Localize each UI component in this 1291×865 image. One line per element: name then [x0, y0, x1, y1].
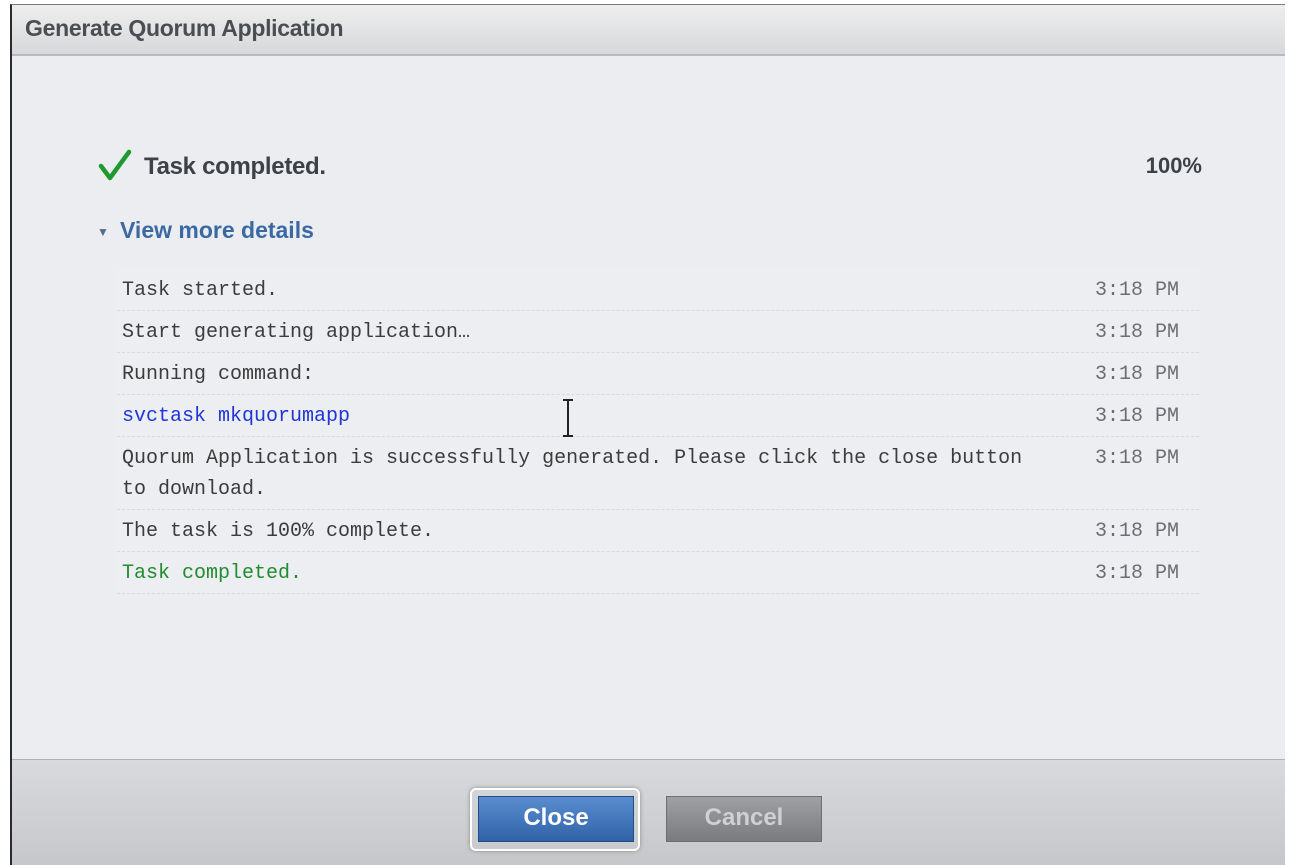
log-row: The task is 100% complete. 3:18 PM — [117, 510, 1199, 552]
log-row: Quorum Application is successfully gener… — [117, 437, 1199, 510]
dialog-title: Generate Quorum Application — [25, 15, 344, 41]
cancel-button: Cancel — [666, 796, 822, 842]
close-button[interactable]: Close — [478, 796, 634, 842]
dialog-titlebar[interactable]: Generate Quorum Application — [12, 5, 1285, 56]
generate-quorum-dialog: Generate Quorum Application Task complet… — [10, 4, 1285, 865]
log-command: svctask mkquorumapp — [122, 405, 351, 428]
log-time: 3:18 PM — [1094, 405, 1179, 428]
log-message: Quorum Application is successfully gener… — [122, 447, 1023, 501]
log-row: Task started. 3:18 PM — [117, 269, 1199, 311]
log-time: 3:18 PM — [1094, 363, 1179, 386]
log-row: svctask mkquorumapp 3:18 PM — [117, 395, 1199, 437]
log-message: Running command: — [122, 363, 315, 386]
checkmark-icon — [98, 149, 132, 181]
log-time: 3:18 PM — [1094, 562, 1179, 585]
log-row: Start generating application… 3:18 PM — [117, 311, 1199, 353]
task-status-row: Task completed. 100% — [97, 147, 1202, 187]
task-progress-percent: 100% — [1145, 153, 1202, 178]
view-more-details-label: View more details — [120, 217, 314, 243]
log-time: 3:18 PM — [1094, 447, 1179, 470]
log-time: 3:18 PM — [1094, 520, 1179, 543]
log-row: Task completed. 3:18 PM — [117, 552, 1199, 594]
task-status-text: Task completed. — [144, 153, 326, 180]
log-row: Running command: 3:18 PM — [117, 353, 1199, 395]
log-time: 3:18 PM — [1094, 279, 1179, 302]
dialog-button-bar: Close Cancel — [12, 759, 1285, 865]
text-cursor-icon — [563, 399, 573, 437]
task-log-list: Task started. 3:18 PM Start generating a… — [117, 269, 1199, 594]
triangle-down-icon: ▼ — [97, 225, 109, 239]
log-success-message: Task completed. — [122, 562, 303, 585]
log-message: Start generating application… — [122, 321, 471, 344]
log-message: Task started. — [122, 279, 279, 302]
log-message: The task is 100% complete. — [122, 520, 435, 543]
log-time: 3:18 PM — [1094, 321, 1179, 344]
